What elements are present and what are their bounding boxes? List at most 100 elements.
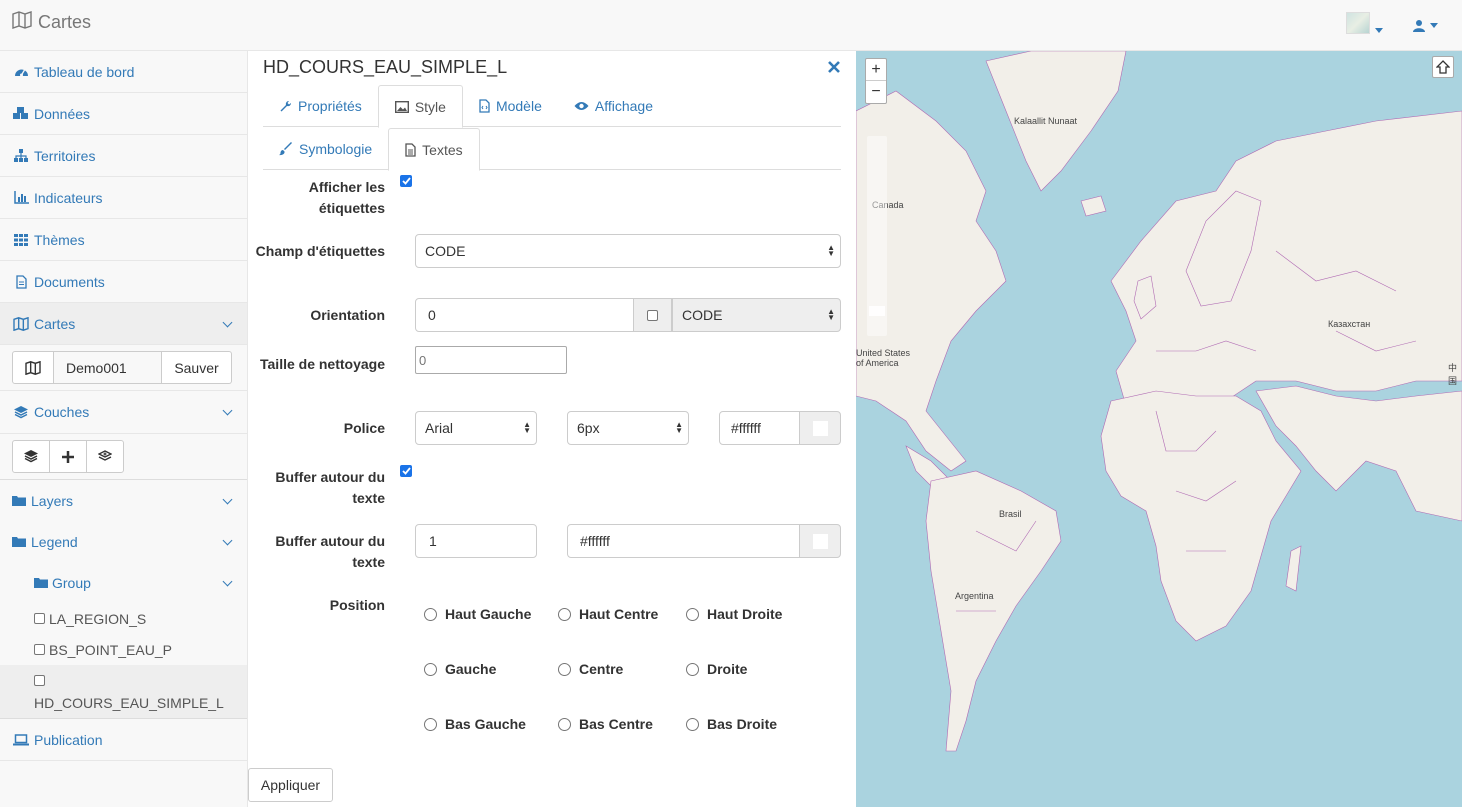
sidebar-item-documents[interactable]: Documents xyxy=(0,261,247,303)
position-top-left-radio[interactable]: Haut Gauche xyxy=(424,606,531,622)
tree-folder-label: Legend xyxy=(31,533,78,550)
sidebar-item-maps[interactable]: Cartes xyxy=(0,303,247,345)
font-color-input[interactable]: #ffffff xyxy=(719,411,801,445)
tree-folder-group[interactable]: Group xyxy=(0,562,247,603)
map-name-input[interactable]: Demo001 xyxy=(54,351,162,384)
label-field-label: Champ d'étiquettes xyxy=(255,243,385,259)
select-arrows-icon: ▲ ▼ xyxy=(827,307,835,322)
radio-circle xyxy=(424,717,437,731)
position-left-radio[interactable]: Gauche xyxy=(424,661,496,677)
sidebar-item-label: Publication xyxy=(34,731,103,748)
cleanup-size-input[interactable] xyxy=(415,346,567,374)
sidebar-item-label: Documents xyxy=(34,273,105,290)
position-bottom-left-radio[interactable]: Bas Gauche xyxy=(424,716,526,732)
radio-circle xyxy=(424,607,437,621)
buffer-toggle-label: Buffer autour du texte xyxy=(275,469,385,506)
sidebar-item-label: Indicateurs xyxy=(34,189,103,206)
position-bottom-center-radio[interactable]: Bas Centre xyxy=(558,716,653,732)
legend-item[interactable]: BS_POINT_EAU_P xyxy=(0,634,247,665)
chevron-down-icon xyxy=(222,576,233,587)
add-layer-group-button[interactable] xyxy=(86,440,124,473)
tab-label: Modèle xyxy=(495,98,542,114)
apply-button[interactable]: Appliquer xyxy=(248,768,333,802)
map-view[interactable]: Kalaallit Nunaat Canada United States of… xyxy=(856,51,1462,807)
orientation-input[interactable]: 0 xyxy=(415,298,634,332)
user-menu[interactable] xyxy=(1413,17,1438,33)
tree-folder-legend[interactable]: Legend xyxy=(0,521,247,562)
buffer-checkbox[interactable] xyxy=(400,465,412,477)
layer-visibility-checkbox[interactable] xyxy=(34,675,45,686)
caret-down-icon xyxy=(1375,27,1383,33)
tree-folder-label: Layers xyxy=(31,492,74,509)
tab-properties[interactable]: Propriétés xyxy=(263,85,378,127)
open-map-button[interactable] xyxy=(12,351,54,384)
font-size-select[interactable]: 6px ▲ ▼ xyxy=(567,411,689,445)
legend-item-selected[interactable]: HD_COURS_EAU_SIMPLE_L xyxy=(0,665,247,719)
color-swatch xyxy=(812,420,828,436)
orientation-field-select[interactable]: CODE ▲ ▼ xyxy=(672,298,841,332)
add-layer-button[interactable] xyxy=(49,440,87,473)
sidebar-item-publication[interactable]: Publication xyxy=(0,719,247,761)
user-icon xyxy=(1413,20,1425,33)
home-icon[interactable] xyxy=(1432,56,1454,78)
position-top-right-radio[interactable]: Haut Droite xyxy=(686,606,782,622)
tab-label: Style xyxy=(414,98,446,115)
layers-icon xyxy=(13,405,29,419)
sidebar-item-data[interactable]: Données xyxy=(0,93,247,135)
tab-display[interactable]: Affichage xyxy=(558,85,669,127)
layers-icon xyxy=(24,450,38,463)
font-family-select[interactable]: Arial ▲ ▼ xyxy=(415,411,537,445)
select-arrows-icon: ▲ ▼ xyxy=(675,420,683,435)
sidebar-item-territories[interactable]: Territoires xyxy=(0,135,247,177)
zoom-slider-handle[interactable] xyxy=(869,306,885,316)
font-color-swatch[interactable] xyxy=(799,411,841,445)
chevron-down-icon xyxy=(222,535,233,546)
select-value: CODE xyxy=(425,243,466,259)
buffer-color-swatch[interactable] xyxy=(799,524,841,558)
position-top-center-radio[interactable]: Haut Centre xyxy=(558,606,658,622)
zoom-control: + − xyxy=(865,58,887,104)
legend-item[interactable]: LA_REGION_S xyxy=(0,603,247,634)
zoom-in-button[interactable]: + xyxy=(866,59,886,81)
zoom-out-button[interactable]: − xyxy=(866,81,886,103)
sidebar-item-layers-section[interactable]: Couches xyxy=(0,391,247,434)
tab-model[interactable]: Modèle xyxy=(463,85,558,127)
layer-visibility-checkbox[interactable] xyxy=(34,644,45,655)
map-label-kazakhstan: Казахстан xyxy=(1328,319,1371,329)
map-icon xyxy=(13,316,29,331)
tab-style[interactable]: Style xyxy=(377,85,463,128)
position-label: Position xyxy=(329,597,385,613)
close-icon[interactable] xyxy=(828,57,840,78)
orientation-field-checkbox[interactable] xyxy=(647,309,658,321)
show-labels-checkbox[interactable] xyxy=(400,175,412,187)
map-name-form: Demo001 Sauver xyxy=(0,345,247,391)
zoom-slider[interactable] xyxy=(867,136,887,336)
select-arrows-icon: ▲ ▼ xyxy=(523,420,531,435)
position-bottom-right-radio[interactable]: Bas Droite xyxy=(686,716,777,732)
position-center-radio[interactable]: Centre xyxy=(558,661,623,677)
label-field-select[interactable]: CODE ▲ ▼ xyxy=(415,234,841,268)
map-icon xyxy=(25,360,41,375)
radio-circle xyxy=(686,717,699,731)
layer-visibility-checkbox[interactable] xyxy=(34,613,45,624)
tab-label: Affichage xyxy=(594,98,653,114)
position-right-radio[interactable]: Droite xyxy=(686,661,747,677)
buffer-color-input[interactable]: #ffffff xyxy=(567,524,801,558)
basemap-switcher[interactable] xyxy=(1346,12,1383,37)
sidebar-item-dashboard[interactable]: Tableau de bord xyxy=(0,51,247,93)
sidebar-item-label: Tableau de bord xyxy=(34,63,135,80)
sidebar-item-label: Couches xyxy=(34,404,90,420)
buffer-size-input[interactable]: 1 xyxy=(415,524,537,558)
tree-folder-layers[interactable]: Layers xyxy=(0,480,247,521)
sidebar-item-themes[interactable]: Thèmes xyxy=(0,219,247,261)
sidebar-item-indicators[interactable]: Indicateurs xyxy=(0,177,247,219)
legend-item-label: HD_COURS_EAU_SIMPLE_L xyxy=(34,695,224,711)
eye-icon xyxy=(574,102,589,110)
tab-texts[interactable]: Textes xyxy=(388,128,480,171)
save-button[interactable]: Sauver xyxy=(162,351,232,384)
brand[interactable]: Cartes xyxy=(12,11,91,34)
layer-list-button[interactable] xyxy=(12,440,50,473)
tab-symbology[interactable]: Symbologie xyxy=(263,128,388,170)
orientation-field-toggle[interactable] xyxy=(633,298,672,332)
radio-label: Haut Gauche xyxy=(445,606,532,622)
